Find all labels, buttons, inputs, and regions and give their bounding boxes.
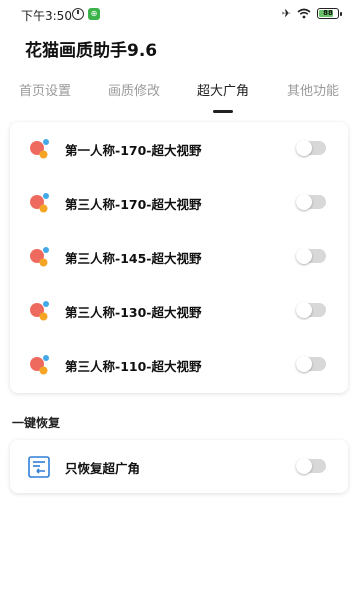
bubbles-icon — [30, 247, 49, 267]
alarm-icon — [72, 8, 84, 20]
tab-bar: 首页设置 画质修改 超大广角 其他功能 — [0, 80, 357, 110]
status-time: 下午3:50 — [21, 9, 72, 23]
restore-card: 只恢复超广角 — [10, 440, 348, 493]
option-toggle[interactable] — [296, 140, 326, 156]
tab-home-settings[interactable]: 首页设置 — [19, 80, 71, 99]
option-label: 第三人称-110-超大视野 — [65, 359, 202, 374]
option-label: 第一人称-170-超大视野 — [65, 143, 202, 158]
tab-other-functions[interactable]: 其他功能 — [287, 80, 339, 99]
battery-level: 88 — [323, 9, 333, 17]
option-toggle[interactable] — [296, 194, 326, 210]
option-label: 第三人称-145-超大视野 — [65, 251, 202, 266]
wide-angle-options-card: 第一人称-170-超大视野 第三人称-170-超大视野 第三人称-145-超大视… — [10, 122, 348, 393]
tab-wide-angle[interactable]: 超大广角 — [197, 80, 249, 99]
restore-section-heading: 一键恢复 — [12, 416, 61, 430]
restore-option-label: 只恢复超广角 — [65, 461, 141, 476]
option-toggle[interactable] — [296, 302, 326, 318]
bubbles-icon — [30, 301, 49, 321]
option-row[interactable]: 第三人称-145-超大视野 — [10, 230, 348, 284]
battery-icon: 88 — [317, 8, 342, 19]
option-label: 第三人称-170-超大视野 — [65, 197, 202, 212]
bubbles-icon — [30, 193, 49, 213]
tab-quality-edit[interactable]: 画质修改 — [108, 80, 160, 99]
restore-toggle[interactable] — [296, 458, 326, 474]
option-toggle[interactable] — [296, 248, 326, 264]
bubbles-icon — [30, 355, 49, 375]
option-row[interactable]: 第三人称-170-超大视野 — [10, 176, 348, 230]
airplane-icon: ✈ — [281, 7, 291, 20]
option-row[interactable]: 第一人称-170-超大视野 — [10, 122, 348, 176]
option-toggle[interactable] — [296, 356, 326, 372]
option-row[interactable]: 第三人称-130-超大视野 — [10, 284, 348, 338]
active-tab-indicator — [213, 110, 233, 113]
restore-option-row[interactable]: 只恢复超广角 — [10, 440, 348, 494]
option-label: 第三人称-130-超大视野 — [65, 305, 202, 320]
wifi-icon — [297, 8, 311, 19]
app-title: 花猫画质助手9.6 — [25, 41, 158, 61]
restore-list-icon — [28, 456, 50, 478]
status-bar: 下午3:50 ⊕ ✈ 88 — [0, 0, 357, 30]
option-row[interactable]: 第三人称-110-超大视野 — [10, 338, 348, 392]
app-notification-icon: ⊕ — [88, 8, 100, 20]
bubbles-icon — [30, 139, 49, 159]
